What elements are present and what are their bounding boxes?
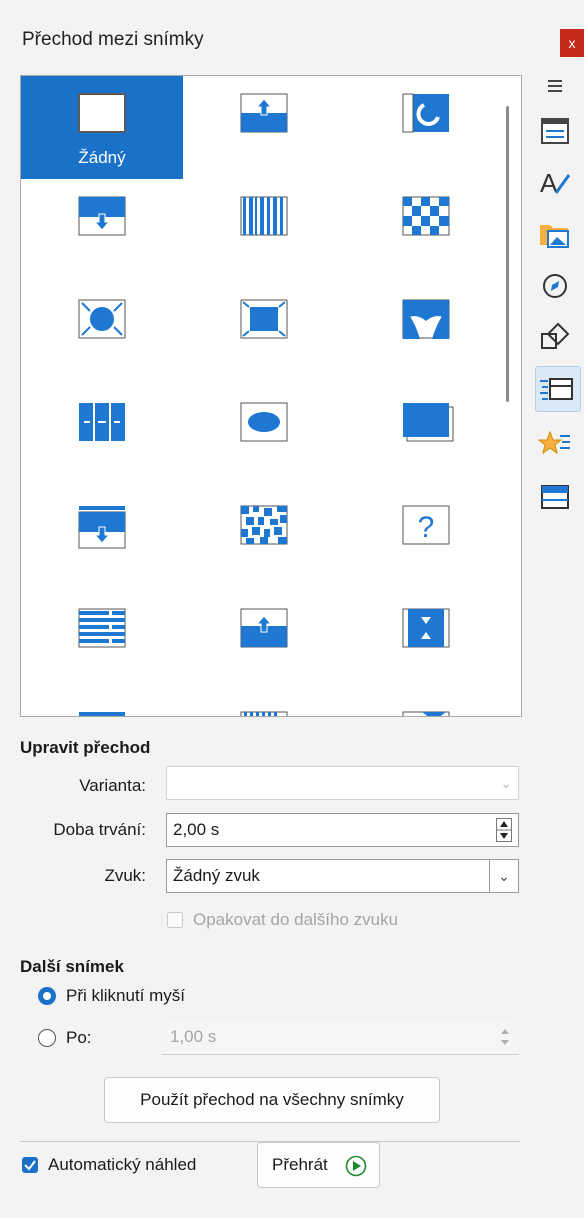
transition-wipe-down[interactable] (21, 179, 183, 282)
split-icon (79, 403, 125, 441)
menu-icon[interactable] (538, 70, 572, 104)
wipe-down-icon (78, 196, 126, 236)
auto-preview-label: Automatický náhled (48, 1155, 197, 1174)
checkers-icon (402, 196, 450, 236)
bars-icon (240, 196, 288, 236)
shapes-icon[interactable] (538, 320, 572, 354)
duration-field[interactable]: 2,00 s (166, 813, 519, 847)
zoom-in-icon (402, 608, 450, 648)
dissolve-icon (240, 505, 288, 545)
chevron-down-icon: ⌄ (489, 860, 518, 892)
navigator-icon[interactable] (538, 269, 572, 303)
random-icon: ? (402, 505, 450, 545)
svg-text:?: ? (418, 511, 435, 544)
transition-partial-2[interactable] (183, 694, 345, 716)
wipe-up-icon (240, 93, 288, 133)
transition-label: Žádný (78, 148, 126, 167)
auto-preview-checkbox[interactable] (22, 1157, 38, 1173)
oval-icon (240, 402, 288, 442)
play-label: Přehrát (272, 1155, 328, 1174)
after-time-label: Po: (66, 1028, 92, 1047)
play-icon (345, 1155, 367, 1177)
transition-partial-1[interactable] (21, 694, 183, 716)
transition-partial-3[interactable] (345, 694, 507, 716)
radio-dot (43, 992, 51, 1000)
blank-slide-icon (78, 93, 126, 133)
spin-button-icon[interactable] (496, 818, 512, 842)
chevron-down-icon: ⌄ (500, 775, 512, 791)
spin-button-icon[interactable] (497, 1025, 513, 1049)
box-icon (240, 299, 288, 339)
sound-label: Zvuk: (104, 866, 146, 885)
play-button[interactable]: Přehrát (257, 1142, 380, 1188)
duration-label: Doba trvání: (53, 820, 146, 839)
slide-transition-icon (540, 378, 573, 400)
close-button[interactable]: x (560, 29, 584, 57)
transition-oval[interactable] (183, 385, 345, 488)
animation-icon[interactable] (538, 428, 572, 462)
transition-curtain[interactable] (345, 282, 507, 385)
transition-uncover-up[interactable] (183, 591, 345, 694)
variant-label: Varianta: (79, 776, 146, 795)
transition-roll[interactable] (345, 76, 507, 179)
svg-text:A: A (540, 168, 558, 198)
roll-icon (402, 93, 449, 133)
transition-gallery: Žádný ? (20, 75, 522, 717)
transition-wipe-up[interactable] (183, 76, 345, 179)
curtain-icon (402, 299, 450, 339)
transition-lines[interactable] (21, 591, 183, 694)
uncover-up-icon (240, 608, 288, 648)
modify-transition-heading: Upravit přechod (20, 738, 151, 757)
gallery-scrollbar[interactable] (506, 106, 509, 402)
variant-select[interactable]: ⌄ (166, 766, 519, 800)
transition-dissolve[interactable] (183, 488, 345, 591)
partial-transition-icon (402, 711, 450, 716)
transition-checkers[interactable] (345, 179, 507, 282)
transition-bars[interactable] (183, 179, 345, 282)
styles-icon[interactable]: A (538, 165, 572, 199)
transition-none[interactable]: Žádný (21, 76, 183, 179)
loop-sound-checkbox[interactable] (167, 912, 183, 928)
sound-select[interactable]: Žádný zvuk ⌄ (166, 859, 519, 893)
transition-box[interactable] (183, 282, 345, 385)
lines-icon (78, 608, 126, 648)
partial-transition-icon (79, 712, 125, 716)
transition-cover[interactable] (345, 385, 507, 488)
shape-circle-icon (78, 299, 126, 339)
loop-sound-label: Opakovat do dalšího zvuku (193, 910, 399, 929)
slide-transition-tab[interactable] (535, 366, 581, 412)
after-time-field[interactable]: 1,00 s (162, 1021, 519, 1055)
apply-to-all-button[interactable]: Použít přechod na všechny snímky (104, 1077, 440, 1123)
title-bar: Přechod mezi snímky x (0, 0, 584, 80)
gallery-icon[interactable] (538, 217, 572, 251)
on-click-label: Při kliknutí myší (66, 986, 186, 1005)
checkmark-icon (24, 1160, 36, 1171)
transition-random[interactable]: ? (345, 488, 507, 591)
transition-zoom-in[interactable] (345, 591, 507, 694)
after-time-radio[interactable] (38, 1029, 56, 1047)
push-down-icon (78, 506, 126, 549)
panel-title: Přechod mezi snímky (22, 29, 204, 50)
properties-icon[interactable] (538, 114, 572, 148)
on-click-radio[interactable] (38, 987, 56, 1005)
transition-shape-circle[interactable] (21, 282, 183, 385)
duration-value: 2,00 s (173, 820, 220, 839)
transition-split[interactable] (21, 385, 183, 488)
sidebar-deck: A (530, 62, 584, 622)
after-time-value: 1,00 s (170, 1027, 217, 1046)
sound-value: Žádný zvuk (173, 866, 260, 885)
master-slides-icon[interactable] (538, 480, 572, 514)
partial-transition-icon (240, 711, 288, 716)
cover-icon (403, 403, 454, 442)
next-slide-heading: Další snímek (20, 957, 124, 976)
transition-push-down[interactable] (21, 488, 183, 591)
